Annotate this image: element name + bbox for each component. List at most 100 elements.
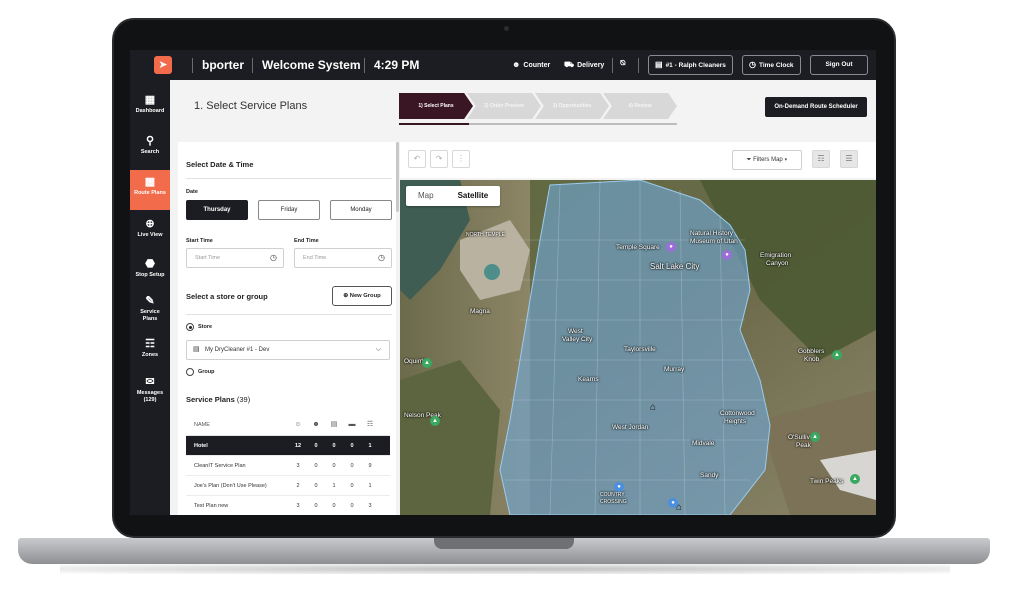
map-label: Cottonwood <box>720 410 755 417</box>
store-icon: ▤ <box>193 346 200 353</box>
group-radio[interactable] <box>186 368 194 376</box>
map-icon: ☶ <box>145 338 155 350</box>
app-screen: ➤ bporter Welcome System 4:29 PM ☻ Counte… <box>130 50 876 515</box>
nav-zones[interactable]: ☶ Zones <box>130 338 170 359</box>
new-group-button[interactable]: ⊕ New Group <box>332 286 392 306</box>
camera-icon <box>504 26 509 31</box>
step-select-plans[interactable]: 1) Select Plans <box>399 93 473 119</box>
stepper-progress <box>399 123 469 125</box>
step-order-preview[interactable]: 2) Order Preview <box>467 93 541 119</box>
park-pin-icon[interactable]: ▲ <box>850 474 860 484</box>
park-pin-icon[interactable]: ▲ <box>810 432 820 442</box>
nav-dashboard[interactable]: ▦ Dashboard <box>130 94 170 115</box>
map-label: Natural History <box>690 230 733 237</box>
service-plans-icon: ✎ <box>145 295 155 307</box>
divider <box>186 178 392 179</box>
nav-route-plans[interactable]: ▩ Route Plans <box>130 170 170 210</box>
redo-icon[interactable]: ↷ <box>430 150 448 168</box>
day-thursday-button[interactable]: Thursday <box>186 200 248 220</box>
satellite-map[interactable]: Map Satellite NORTH TEMPLE Temple Square … <box>400 180 876 515</box>
laptop-notch <box>434 538 574 549</box>
start-time-label: Start Time <box>186 238 213 244</box>
page-title: 1. Select Service Plans <box>194 100 308 112</box>
service-plans-heading: Service Plans (39) <box>186 395 251 404</box>
no-notifications-icon[interactable]: ⦰ <box>620 60 626 68</box>
map-view-icon[interactable]: ☶ <box>812 150 830 168</box>
map-label: Temple Square <box>616 244 660 251</box>
divider <box>192 58 193 73</box>
table-row[interactable]: Hotel 12 0 0 0 1 <box>186 436 390 456</box>
step-review[interactable]: 4) Review <box>603 93 677 119</box>
landmark-pin-icon[interactable]: ● <box>722 250 732 260</box>
day-friday-button[interactable]: Friday <box>258 200 320 220</box>
rocket-logo-icon[interactable]: ➤ <box>154 56 172 74</box>
map-label: Taylorsville <box>624 346 656 353</box>
clock-time: 4:29 PM <box>374 58 420 72</box>
map-label: Sandy <box>700 472 719 479</box>
store-button[interactable]: ▤ #1 - Ralph Cleaners <box>648 55 733 75</box>
messages-icon: ✉ <box>145 376 155 388</box>
top-bar: ➤ bporter Welcome System 4:29 PM ☻ Counte… <box>130 50 876 80</box>
filters-map-button[interactable]: ⏷ Filters Map ▾ <box>732 150 802 170</box>
divider <box>364 58 365 73</box>
store-radio[interactable] <box>186 323 194 331</box>
on-demand-route-scheduler-button[interactable]: On-Demand Route Scheduler <box>765 97 867 117</box>
step-opportunities[interactable]: 3) Opportunities <box>535 93 609 119</box>
group-radio-label: Group <box>198 369 215 375</box>
map-label: Murray <box>664 366 685 373</box>
divider <box>186 314 392 315</box>
map-label: Peak <box>796 442 811 449</box>
home-marker-icon[interactable]: ⌂ <box>676 502 682 513</box>
map-label: Twin Peaks <box>810 478 844 485</box>
end-time-label: End Time <box>294 238 319 244</box>
drag-handle-icon[interactable]: ⋮ <box>452 150 470 168</box>
store-radio-label: Store <box>198 324 213 330</box>
map-icon: ☶ <box>366 421 374 428</box>
route-plans-icon: ▩ <box>144 176 156 188</box>
map-label: Canyon <box>766 260 789 267</box>
park-pin-icon[interactable]: ▲ <box>832 350 842 360</box>
park-pin-icon[interactable]: ▲ <box>422 358 432 368</box>
map-label: Emigration <box>760 252 792 259</box>
home-marker-icon[interactable]: ⌂ <box>650 402 656 413</box>
counter-link[interactable]: ☻ Counter <box>512 60 550 69</box>
nav-search[interactable]: ⚲ Search <box>130 135 170 156</box>
clock-icon: ◷ <box>749 60 756 69</box>
satellite-tab[interactable]: Satellite <box>446 186 501 206</box>
table-row[interactable]: CleanIT Service Plan 3 0 0 0 9 <box>186 456 390 476</box>
nav-service-plans[interactable]: ✎ Service Plans <box>130 295 170 323</box>
table-row[interactable]: Test Plan new 3 0 0 0 3 <box>186 496 390 515</box>
end-time-input[interactable]: End Time ◷ <box>294 248 392 268</box>
nav-messages[interactable]: ✉ Messages (129) <box>130 376 170 404</box>
landmark-pin-icon[interactable]: ● <box>666 242 676 252</box>
date-time-heading: Select Date & Time <box>186 160 254 169</box>
truck-icon: ⛟ <box>564 60 575 69</box>
username: bporter <box>202 58 244 72</box>
people-icon: ☻ <box>512 60 521 69</box>
nav-live-view[interactable]: ⊕ Live View <box>130 218 170 239</box>
day-monday-button[interactable]: Monday <box>330 200 392 220</box>
date-label: Date <box>186 189 198 195</box>
system-name: Welcome System <box>262 58 361 72</box>
map-label: Knob <box>804 356 820 363</box>
park-pin-icon[interactable]: ▲ <box>430 416 440 426</box>
divider <box>612 58 613 73</box>
delivery-link[interactable]: ⛟ Delivery <box>564 60 604 70</box>
map-label: West Jordan <box>612 424 649 431</box>
chevron-down-icon: ⌵ <box>375 346 381 353</box>
list-view-icon[interactable]: ☰ <box>840 150 858 168</box>
undo-icon[interactable]: ↶ <box>408 150 426 168</box>
time-clock-button[interactable]: ◷ Time Clock <box>742 55 801 75</box>
person-icon: ☺ <box>294 421 302 428</box>
map-tab[interactable]: Map <box>406 186 446 206</box>
place-pin-icon[interactable]: ● <box>614 482 624 492</box>
table-row[interactable]: Joe's Plan (Don't Use Please) 2 0 1 0 1 <box>186 476 390 496</box>
store-select[interactable]: ▤ My DryCleaner #1 - Dev ⌵ <box>186 340 390 360</box>
start-time-input[interactable]: Start Time ◷ <box>186 248 284 268</box>
map-label: West <box>568 328 583 335</box>
map-type-toggle: Map Satellite <box>406 186 501 206</box>
nav-stop-setup[interactable]: ⬣ Stop Setup <box>130 258 170 279</box>
map-label: Valley City <box>562 336 593 343</box>
panel-scrollbar[interactable] <box>396 142 399 212</box>
sign-out-button[interactable]: Sign Out <box>810 55 868 75</box>
